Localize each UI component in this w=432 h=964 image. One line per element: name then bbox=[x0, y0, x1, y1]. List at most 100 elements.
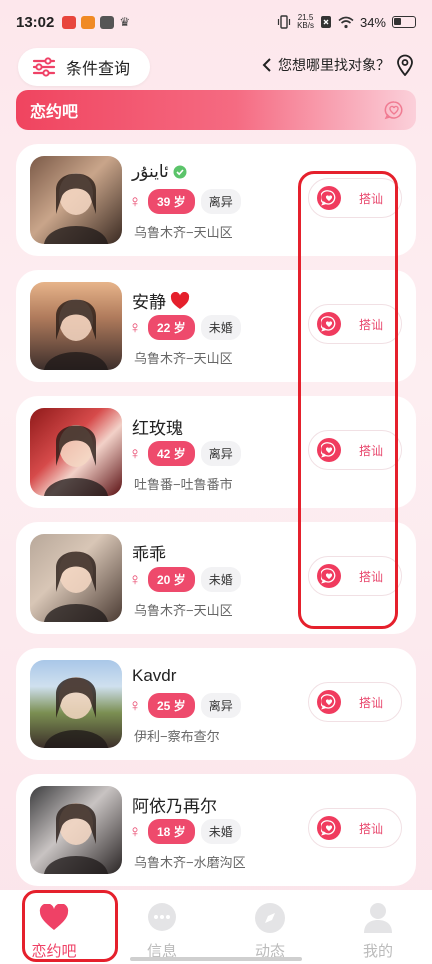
user-tags: ♀ 22 岁 未婚 bbox=[128, 315, 241, 340]
user-card[interactable]: 阿依乃再尔 ♀ 18 岁 未婚 乌鲁木齐−水磨沟区 搭讪 bbox=[16, 774, 416, 886]
greet-button[interactable]: 搭讪 bbox=[308, 808, 402, 848]
status-app-icons: ♛ bbox=[62, 15, 130, 29]
user-location: 伊利−察布查尔 bbox=[134, 729, 220, 744]
user-card[interactable]: 安静 ♀ 22 岁 未婚 乌鲁木齐−天山区 搭讪 bbox=[16, 270, 416, 382]
avatar[interactable] bbox=[30, 156, 122, 244]
greet-label: 搭讪 bbox=[359, 695, 384, 710]
notification-app-icon bbox=[100, 15, 115, 29]
heart-chat-icon bbox=[317, 816, 341, 840]
user-name: 阿依乃再尔 bbox=[132, 797, 217, 816]
female-icon: ♀ bbox=[128, 695, 142, 715]
age-badge: 39 岁 bbox=[148, 189, 195, 214]
heart-chat-icon bbox=[317, 186, 341, 210]
greet-label: 搭讪 bbox=[359, 191, 384, 206]
avatar[interactable] bbox=[30, 408, 122, 496]
marital-status-badge: 离异 bbox=[200, 693, 241, 718]
vibrate-icon bbox=[277, 15, 291, 29]
user-name: 安静 bbox=[132, 293, 166, 312]
user-name: 红玫瑰 bbox=[132, 419, 183, 438]
marital-status-badge: 离异 bbox=[200, 189, 241, 214]
user-card[interactable]: ئاينۇر ♀ 39 岁 离异 乌鲁木齐−天山区 搭讪 bbox=[16, 144, 416, 256]
age-badge: 18 岁 bbox=[148, 819, 195, 844]
filter-label: 条件查询 bbox=[66, 61, 131, 78]
user-tags: ♀ 18 岁 未婚 bbox=[128, 819, 241, 844]
nav-label: 我的 bbox=[362, 943, 393, 960]
greet-label: 搭讪 bbox=[359, 317, 384, 332]
female-icon: ♀ bbox=[128, 317, 142, 337]
filter-button[interactable]: 条件查询 bbox=[18, 48, 150, 86]
user-card[interactable]: 乖乖 ♀ 20 岁 未婚 乌鲁木齐−天山区 搭讪 bbox=[16, 522, 416, 634]
greet-button[interactable]: 搭讪 bbox=[308, 178, 402, 218]
female-icon: ♀ bbox=[128, 821, 142, 841]
sliders-icon bbox=[32, 57, 56, 77]
age-badge: 25 岁 bbox=[148, 693, 195, 718]
marital-status-badge: 离异 bbox=[200, 441, 241, 466]
location-pin-icon bbox=[397, 54, 413, 76]
user-name: 乖乖 bbox=[132, 545, 166, 564]
wifi-icon bbox=[338, 16, 354, 28]
user-tags: ♀ 42 岁 离异 bbox=[128, 441, 241, 466]
greet-button[interactable]: 搭讪 bbox=[308, 430, 402, 470]
heart-chat-icon bbox=[317, 438, 341, 462]
status-right: 21.5 KB/s 34% bbox=[277, 14, 416, 30]
greet-button[interactable]: 搭讪 bbox=[308, 682, 402, 722]
section-title: 恋约吧 bbox=[30, 104, 79, 121]
notification-app-icon bbox=[81, 15, 96, 29]
nav-tab-home[interactable]: 恋约吧 bbox=[0, 890, 108, 964]
age-badge: 22 岁 bbox=[148, 315, 195, 340]
user-location: 乌鲁木齐−天山区 bbox=[134, 225, 233, 240]
user-card[interactable]: Kavdr ♀ 25 岁 离异 伊利−察布查尔 搭讪 bbox=[16, 648, 416, 760]
location-search-label: 您想哪里找对象？ bbox=[278, 57, 390, 73]
chat-icon bbox=[146, 902, 178, 934]
notification-app-icon bbox=[62, 15, 77, 29]
home-indicator bbox=[130, 957, 302, 961]
user-tags: ♀ 20 岁 未婚 bbox=[128, 567, 241, 592]
avatar[interactable] bbox=[30, 282, 122, 370]
nav-tab-moments[interactable]: 动态 bbox=[216, 890, 324, 964]
user-location: 乌鲁木齐−天山区 bbox=[134, 603, 233, 618]
heart-icon bbox=[38, 902, 70, 934]
user-location: 乌鲁木齐−天山区 bbox=[134, 351, 233, 366]
greet-button[interactable]: 搭讪 bbox=[308, 556, 402, 596]
heart-icon bbox=[170, 291, 190, 309]
user-name-row: 阿依乃再尔 bbox=[132, 792, 217, 817]
nav-tab-messages[interactable]: 信息 bbox=[108, 890, 216, 964]
female-icon: ♀ bbox=[128, 569, 142, 589]
compass-icon bbox=[254, 902, 286, 934]
heart-chat-icon bbox=[317, 312, 341, 336]
heart-chat-icon bbox=[317, 564, 341, 588]
avatar[interactable] bbox=[30, 534, 122, 622]
verified-icon bbox=[173, 165, 187, 179]
nav-label: 恋约吧 bbox=[31, 943, 77, 960]
avatar[interactable] bbox=[30, 660, 122, 748]
heart-chat-icon bbox=[317, 690, 341, 714]
user-tags: ♀ 25 岁 离异 bbox=[128, 693, 241, 718]
user-name-row: 乖乖 bbox=[132, 540, 166, 565]
marital-status-badge: 未婚 bbox=[200, 819, 241, 844]
status-bar: 13:02 ♛ 21.5 KB/s 34% bbox=[0, 0, 432, 44]
user-location: 乌鲁木齐−水磨沟区 bbox=[134, 855, 246, 870]
user-card[interactable]: 红玫瑰 ♀ 42 岁 离异 吐鲁番−吐鲁番市 搭讪 bbox=[16, 396, 416, 508]
greet-label: 搭讪 bbox=[359, 443, 384, 458]
chevron-left-icon bbox=[262, 58, 271, 72]
user-name: Kavdr bbox=[132, 666, 177, 685]
avatar[interactable] bbox=[30, 786, 122, 874]
user-name-row: ئاينۇر bbox=[132, 162, 187, 182]
bottom-nav: 恋约吧 信息 动态 我的 bbox=[0, 890, 432, 964]
crown-icon: ♛ bbox=[119, 15, 131, 29]
battery-percent: 34% bbox=[359, 14, 386, 30]
heart-chat-icon bbox=[384, 101, 403, 120]
network-speed: 21.5 KB/s bbox=[297, 13, 314, 30]
user-tags: ♀ 39 岁 离异 bbox=[128, 189, 241, 214]
greet-button[interactable]: 搭讪 bbox=[308, 304, 402, 344]
greet-label: 搭讪 bbox=[359, 821, 384, 836]
nav-tab-profile[interactable]: 我的 bbox=[324, 890, 432, 964]
battery-icon bbox=[392, 16, 416, 28]
user-name-row: Kavdr bbox=[132, 666, 176, 686]
location-search-link[interactable]: 您想哪里找对象？ bbox=[262, 54, 414, 76]
status-time: 13:02 bbox=[16, 13, 55, 31]
female-icon: ♀ bbox=[128, 443, 142, 463]
sim-off-icon bbox=[320, 16, 331, 28]
user-icon bbox=[362, 902, 394, 934]
marital-status-badge: 未婚 bbox=[200, 567, 241, 592]
